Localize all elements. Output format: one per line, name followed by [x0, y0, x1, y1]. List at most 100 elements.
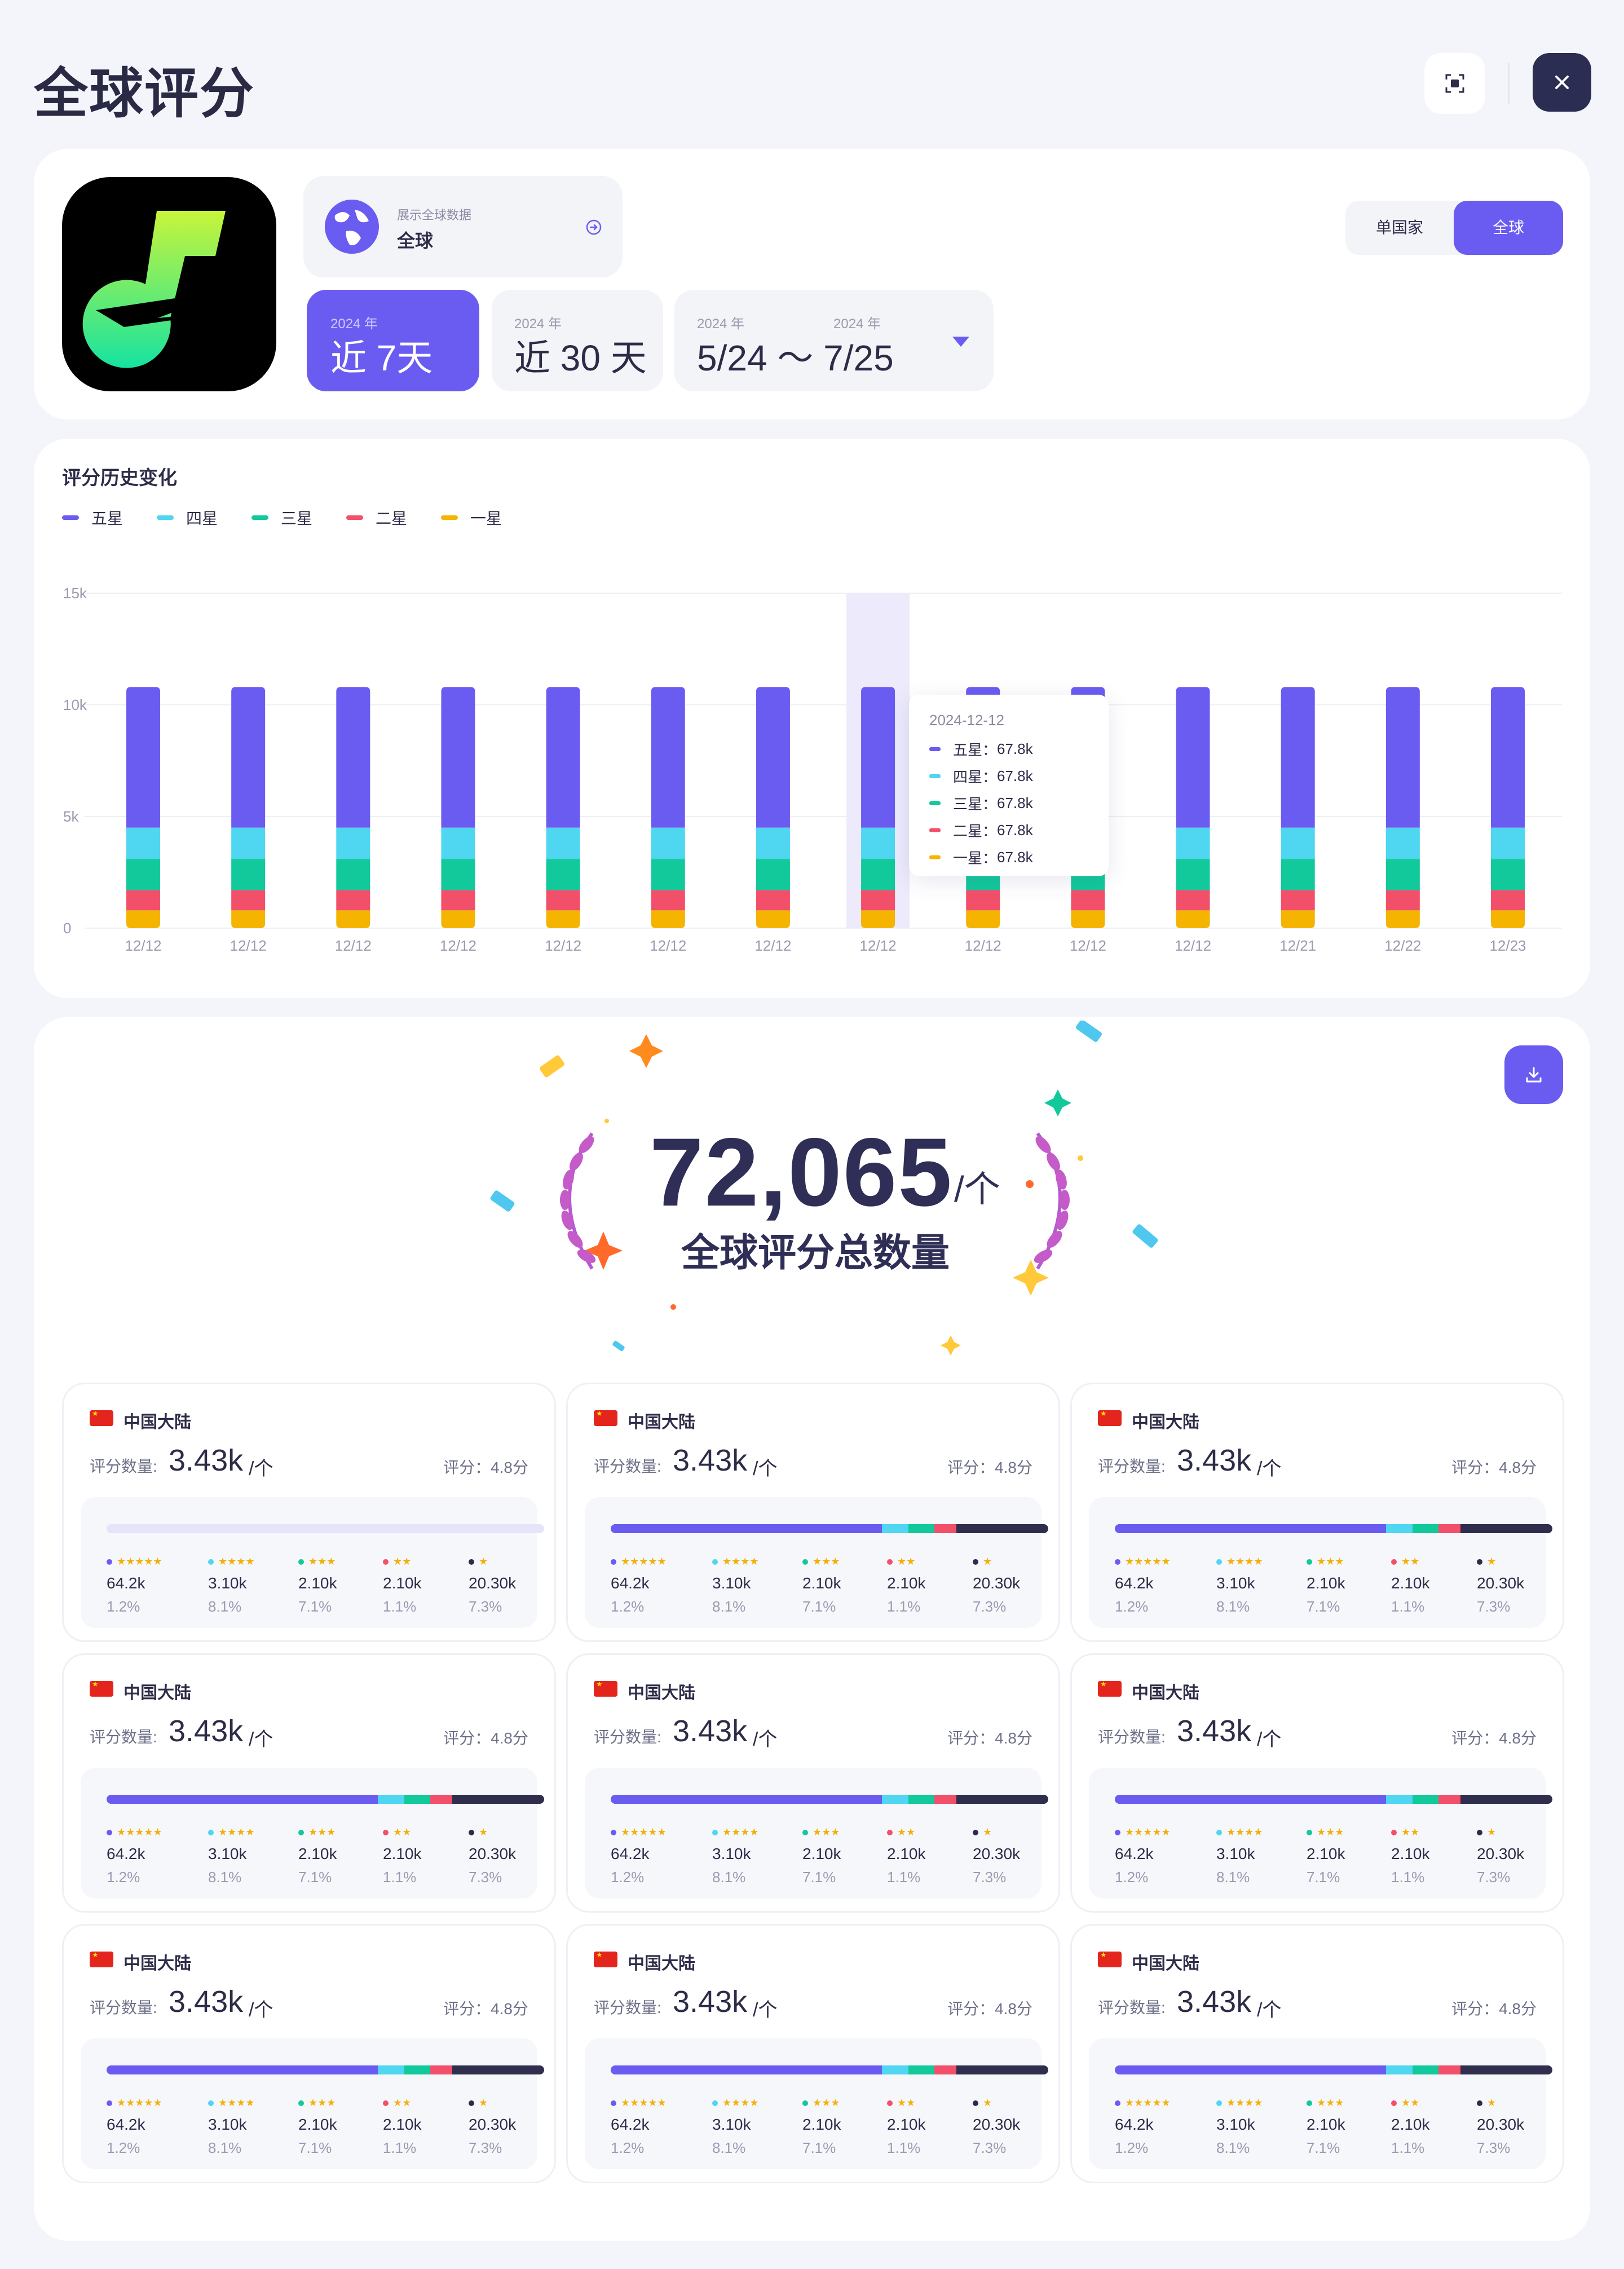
star-stat: ★★★★ 3.10k 8.1% — [712, 1826, 759, 1886]
star-stat: ★★★ 2.10k 7.1% — [802, 2097, 841, 2157]
distribution-bar — [107, 2065, 544, 2074]
country-card[interactable]: 中国大陆评分数量:3.43k/个评分：4.8分★★★★★64.2k1.2%★★★… — [1070, 1383, 1564, 1642]
star-percent: 1.1% — [887, 2139, 921, 2156]
distribution-segment — [1438, 1524, 1460, 1533]
star-count: 64.2k — [1115, 1574, 1154, 1592]
star-percent: 8.1% — [1216, 1598, 1250, 1615]
legend-label: 一星 — [470, 510, 502, 527]
score-value: 评分：4.8分 — [1451, 2000, 1537, 2018]
range-last-7-days[interactable]: 2024 年 近 7天 — [307, 290, 479, 391]
bar-segment-二星 — [966, 890, 1000, 911]
distribution-segment — [956, 1524, 1048, 1533]
caret-down-icon[interactable] — [951, 335, 971, 348]
score-value: 评分：4.8分 — [443, 1729, 528, 1747]
distribution-bar — [611, 1795, 1048, 1804]
country-card[interactable]: 中国大陆评分数量:3.43k/个评分：4.8分★★★★★64.2k1.2%★★★… — [62, 1653, 556, 1913]
star-stat: ★ 20.30k 7.3% — [973, 2097, 1020, 2157]
china-flag-icon — [594, 1950, 617, 1967]
x-tick-label: 12/12 — [335, 937, 372, 954]
country-card[interactable]: 中国大陆评分数量:3.43k/个评分：4.8分★★★★★64.2k1.2%★★★… — [62, 1383, 556, 1642]
star-stat: ★★ 2.10k 1.1% — [887, 1826, 926, 1886]
star-count: 20.30k — [469, 2116, 517, 2133]
bar-segment-四星 — [231, 827, 266, 859]
bar-segment-五星 — [861, 687, 895, 828]
star-percent: 8.1% — [208, 1598, 242, 1615]
star-percent: 1.2% — [611, 1598, 645, 1615]
legend-swatch — [157, 515, 174, 520]
bar-segment-一星 — [1071, 910, 1105, 928]
legend-item-four-star[interactable]: 四星 — [157, 506, 218, 529]
distribution-segment — [378, 1795, 404, 1804]
star-percent: 1.1% — [383, 1598, 417, 1615]
star-percent: 7.3% — [1477, 1869, 1511, 1886]
legend-item-three-star[interactable]: 三星 — [251, 506, 312, 529]
count-label: 评分数量: — [90, 1999, 157, 2016]
bar-segment-二星 — [1071, 890, 1105, 911]
star-stat: ★ 20.30k 7.3% — [1477, 2097, 1524, 2157]
bar-segment-二星 — [861, 890, 895, 911]
country-card[interactable]: 中国大陆评分数量:3.43k/个评分：4.8分★★★★★64.2k1.2%★★★… — [62, 1924, 556, 2183]
bar-segment-一星 — [1491, 910, 1525, 928]
star-rating-icon: ★★★★ — [1216, 2097, 1263, 2109]
star-count: 2.10k — [298, 1574, 337, 1592]
star-count: 2.10k — [887, 1574, 926, 1592]
bar-segment-三星 — [336, 859, 370, 890]
country-card[interactable]: 中国大陆评分数量:3.43k/个评分：4.8分★★★★★64.2k1.2%★★★… — [1070, 1653, 1564, 1913]
star-rating-icon: ★★ — [887, 1556, 926, 1568]
range-custom-dates[interactable]: 2024 年 2024 年 5/24 ～ 7/25 — [674, 290, 994, 391]
country-card[interactable]: 中国大陆评分数量:3.43k/个评分：4.8分★★★★★64.2k1.2%★★★… — [566, 1383, 1060, 1642]
range-last-30-days[interactable]: 2024 年 近 30 天 — [492, 290, 663, 391]
score-value: 评分：4.8分 — [947, 2000, 1032, 2018]
x-tick-label: 12/12 — [754, 937, 791, 954]
country-card[interactable]: 中国大陆评分数量:3.43k/个评分：4.8分★★★★★64.2k1.2%★★★… — [566, 1653, 1060, 1913]
star-count: 2.10k — [1307, 1574, 1345, 1592]
country-card[interactable]: 中国大陆评分数量:3.43k/个评分：4.8分★★★★★64.2k1.2%★★★… — [566, 1924, 1060, 2183]
star-rating-icon: ★ — [973, 1556, 1020, 1568]
x-tick-label: 12/12 — [125, 937, 161, 954]
distribution-bar — [107, 1795, 544, 1804]
bar-segment-四星 — [126, 827, 160, 859]
count-value: 3.43k — [673, 1443, 748, 1477]
distribution-segment — [430, 2065, 452, 2074]
star-count: 3.10k — [1216, 1845, 1255, 1862]
star-rating-icon: ★★ — [383, 2097, 422, 2109]
distribution-panel: ★★★★★ 64.2k 1.2% ★★★★ 3.10k 8.1% ★★★ 2.10k 7.1% ★… — [585, 1768, 1048, 1899]
star-percent: 1.2% — [1115, 1869, 1149, 1886]
star-stat: ★★★★ 3.10k 8.1% — [1216, 1556, 1263, 1615]
legend-swatch — [62, 515, 79, 520]
star-stat: ★★★★ 3.10k 8.1% — [1216, 2097, 1263, 2157]
distribution-segment — [1115, 1524, 1387, 1533]
legend-item-two-star[interactable]: 二星 — [346, 506, 407, 529]
distribution-segment — [1460, 1524, 1552, 1533]
bar-segment-二星 — [546, 890, 580, 911]
tooltip-date: 2024-12-12 — [929, 712, 1004, 729]
distribution-segment — [908, 2065, 935, 2074]
scope-global[interactable]: 全球 — [1454, 201, 1563, 255]
legend-item-five-star[interactable]: 五星 — [62, 506, 123, 529]
arrow-right-circle-icon[interactable] — [585, 219, 602, 236]
distribution-panel: ★★★★★ 64.2k 1.2% ★★★★ 3.10k 8.1% ★★★ 2.10k 7.1% ★… — [585, 1497, 1048, 1628]
download-button[interactable] — [1504, 1045, 1563, 1104]
star-rating-icon: ★★★ — [802, 1826, 841, 1838]
star-rating-icon: ★ — [469, 1556, 516, 1568]
star-rating-icon: ★★★ — [802, 2097, 841, 2109]
legend-item-one-star[interactable]: 一星 — [441, 506, 502, 529]
bar-segment-二星 — [441, 890, 475, 911]
close-button[interactable] — [1533, 53, 1591, 112]
star-percent: 7.3% — [973, 1869, 1007, 1886]
star-percent: 7.3% — [469, 1869, 502, 1886]
scope-single-country[interactable]: 单国家 — [1345, 201, 1454, 255]
chart-title: 评分历史变化 — [62, 467, 177, 489]
bar-segment-四星 — [441, 827, 475, 859]
bar-segment-四星 — [756, 827, 790, 859]
region-selector[interactable]: 展示全球数据 全球 — [303, 176, 623, 277]
distribution-segment — [1386, 1524, 1413, 1533]
count-label: 评分数量: — [594, 1458, 661, 1475]
country-card[interactable]: 中国大陆评分数量:3.43k/个评分：4.8分★★★★★64.2k1.2%★★★… — [1070, 1924, 1564, 2183]
bar-segment-一星 — [126, 910, 160, 928]
star-percent: 1.2% — [611, 1869, 645, 1886]
scan-button[interactable] — [1424, 53, 1485, 114]
distribution-segment — [107, 1795, 378, 1804]
star-count: 3.10k — [1216, 1574, 1255, 1592]
bar-segment-一星 — [756, 910, 790, 928]
